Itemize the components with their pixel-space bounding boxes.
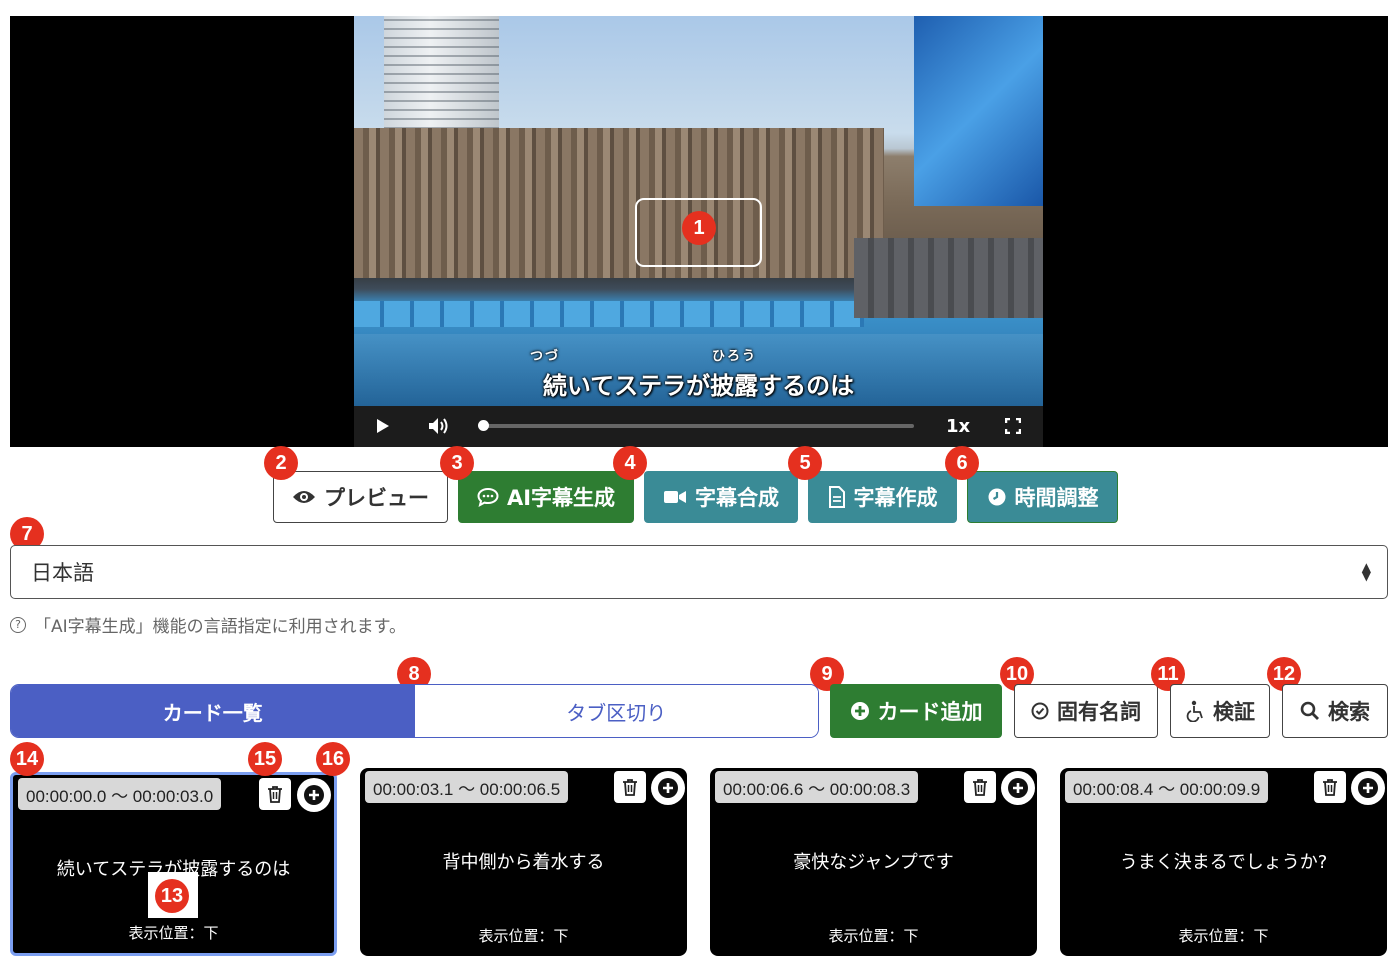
video-controls: 1x [354, 406, 1043, 447]
clock-icon [988, 488, 1005, 506]
chat-icon [477, 487, 499, 507]
card-subtitle-text[interactable]: うまく決まるでしょうか? [1060, 848, 1387, 874]
add-card-button[interactable]: カード追加 [830, 684, 1002, 738]
ai-subtitle-label: AI字幕生成 [506, 486, 616, 510]
ai-subtitle-button[interactable]: AI字幕生成 [458, 471, 634, 523]
preview-button[interactable]: プレビュー [273, 471, 448, 523]
card-time-range[interactable]: 00:00:00.0 〜 00:00:03.0 [18, 778, 222, 810]
annotation-marker-14: 14 [10, 742, 44, 776]
card-display-position: 表示位置：下 [828, 927, 919, 945]
verify-button[interactable]: 検証 [1170, 684, 1270, 738]
select-arrows-icon: ▲ ▼ [1361, 560, 1371, 583]
playback-speed-button[interactable]: 1x [946, 416, 970, 437]
card-time-range[interactable]: 00:00:08.4 〜 00:00:09.9 [1065, 771, 1269, 803]
progress-bar[interactable] [482, 424, 914, 428]
volume-icon [429, 418, 448, 434]
subtitle-card[interactable]: 00:00:08.4 〜 00:00:09.9 うまく決まるでしょうか? 表示位… [1060, 768, 1387, 956]
subtitle-merge-label: 字幕合成 [695, 486, 779, 510]
subtitle-merge-button[interactable]: 字幕合成 [644, 471, 798, 523]
card-insert-button[interactable] [651, 771, 685, 805]
search-label: 検索 [1328, 700, 1370, 724]
play-icon [377, 419, 389, 433]
trash-icon [973, 779, 987, 796]
subtitle-create-label: 字幕作成 [853, 486, 938, 510]
plus-circle-icon [1008, 778, 1028, 798]
tab-tab-separated[interactable]: タブ区切り [414, 685, 818, 737]
card-display-position: 表示位置：下 [478, 927, 569, 945]
check-circle-icon [1031, 702, 1049, 720]
trash-icon [623, 779, 637, 796]
proper-nouns-label: 固有名詞 [1057, 700, 1141, 724]
subtitle-create-button[interactable]: 字幕作成 [808, 471, 957, 523]
card-delete-button[interactable] [1314, 771, 1346, 803]
annotation-marker-5: 5 [788, 446, 822, 480]
card-display-position: 表示位置：下 [128, 924, 219, 942]
document-icon [828, 486, 845, 508]
annotation-marker-1: 1 [682, 211, 716, 245]
add-card-label: カード追加 [877, 700, 983, 724]
trash-icon [1323, 779, 1337, 796]
language-select[interactable]: 日本語 ▲ ▼ [10, 545, 1388, 599]
language-help-text: ? 「AI字幕生成」機能の言語指定に利用されます。 [10, 612, 406, 637]
card-delete-button[interactable] [964, 771, 996, 803]
card-subtitle-text[interactable]: 背中側から着水する [360, 848, 687, 874]
video-subtitle: 続いてステラが披露するのは [542, 372, 855, 400]
trash-icon [268, 786, 282, 803]
play-button[interactable] [376, 418, 390, 434]
tab-card-list[interactable]: カード一覧 [11, 685, 415, 737]
volume-button[interactable] [428, 417, 450, 435]
card-display-position: 表示位置：下 [1178, 927, 1269, 945]
proper-nouns-button[interactable]: 固有名詞 [1014, 684, 1158, 738]
annotation-marker-15: 15 [248, 742, 282, 776]
search-button[interactable]: 検索 [1282, 684, 1388, 738]
annotation-marker-16: 16 [316, 742, 350, 776]
plus-circle-icon [850, 702, 869, 720]
search-icon [1300, 701, 1319, 720]
card-insert-button[interactable] [1351, 771, 1385, 805]
card-insert-button[interactable] [1001, 771, 1035, 805]
language-help-label: 「AI字幕生成」機能の言語指定に利用されます。 [34, 617, 406, 637]
subtitle-card[interactable]: 00:00:06.6 〜 00:00:08.3 豪快なジャンプです 表示位置：下 [710, 768, 1037, 956]
view-tabs: カード一覧 タブ区切り [10, 684, 819, 738]
fullscreen-button[interactable] [1005, 418, 1021, 434]
progress-handle[interactable] [478, 420, 489, 431]
card-time-range[interactable]: 00:00:06.6 〜 00:00:08.3 [715, 771, 919, 803]
annotation-marker-6: 6 [945, 446, 979, 480]
plus-circle-icon [658, 778, 678, 798]
time-adjust-label: 時間調整 [1014, 486, 1099, 510]
subtitle-ruby: ひろう [712, 349, 758, 364]
video-camera-icon [664, 491, 686, 503]
subtitle-ruby: つづ [530, 349, 561, 364]
accessibility-icon [1186, 700, 1203, 722]
question-circle-icon: ? [10, 616, 26, 633]
annotation-marker-3: 3 [440, 446, 474, 480]
card-time-range[interactable]: 00:00:03.1 〜 00:00:06.5 [365, 771, 569, 803]
time-adjust-button[interactable]: 時間調整 [967, 471, 1118, 523]
eye-icon [293, 491, 315, 503]
verify-label: 検証 [1213, 700, 1255, 724]
annotation-marker-13: 13 [155, 879, 189, 913]
subtitle-card[interactable]: 00:00:03.1 〜 00:00:06.5 背中側から着水する 表示位置：下 [360, 768, 687, 956]
plus-circle-icon [1358, 778, 1378, 798]
fullscreen-icon [1005, 418, 1021, 434]
card-delete-button[interactable] [614, 771, 646, 803]
plus-circle-icon [304, 785, 324, 805]
language-select-value: 日本語 [31, 561, 94, 585]
subtitle-card[interactable]: 00:00:00.0 〜 00:00:03.0 続いてステラが披露するのは 表示… [10, 772, 337, 956]
card-subtitle-text[interactable]: 豪快なジャンプです [710, 848, 1037, 874]
card-delete-button[interactable] [259, 778, 291, 810]
preview-label: プレビュー [324, 486, 429, 510]
annotation-marker-4: 4 [613, 446, 647, 480]
card-insert-button[interactable] [297, 778, 331, 812]
annotation-marker-2: 2 [264, 446, 298, 480]
